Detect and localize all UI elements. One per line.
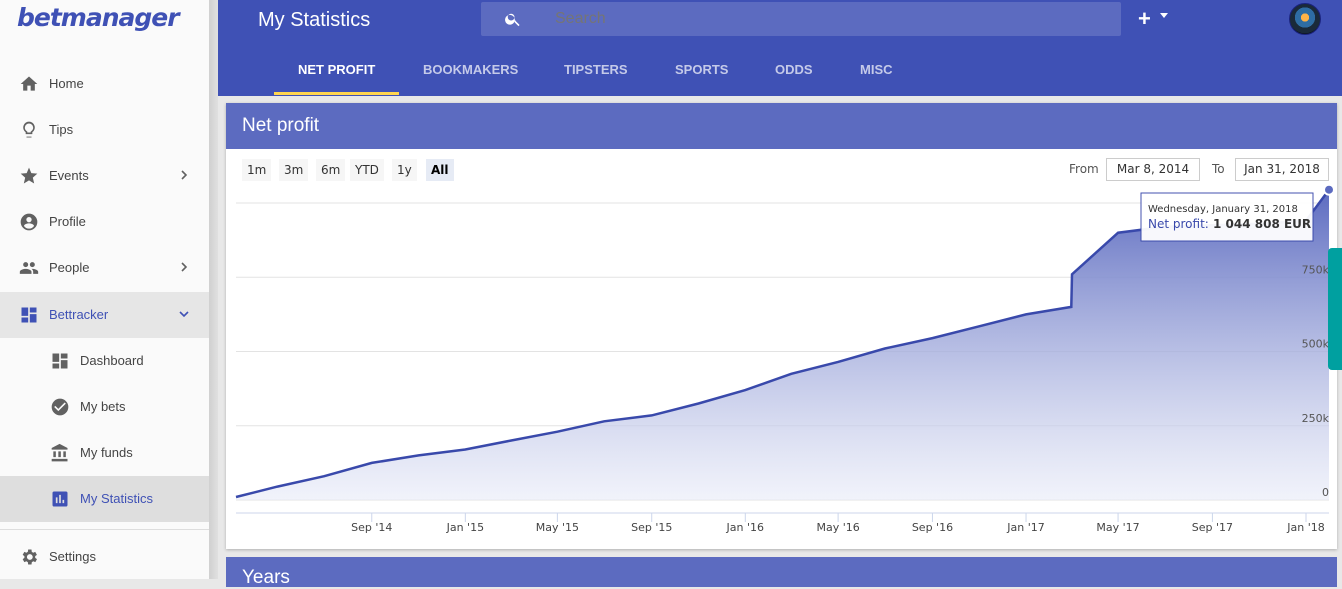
x-tick-label: May '16 [816, 521, 859, 534]
people-icon [19, 262, 39, 274]
sidebar-item-label: My Statistics [80, 491, 153, 506]
chevron-right-icon [181, 262, 188, 272]
search-icon [505, 13, 520, 27]
sidebar-item-tips[interactable]: Tips [0, 107, 209, 153]
sidebar-item-people[interactable]: People [0, 245, 209, 291]
sidebar: betmanager Home Tips Events Profile Peop… [0, 0, 209, 579]
sidebar-item-label: My bets [80, 399, 126, 414]
gear-icon [22, 549, 37, 565]
account-circle-icon [20, 213, 38, 231]
hover-point [1323, 183, 1335, 196]
bank-icon [51, 443, 68, 462]
page-title: My Statistics [258, 9, 371, 31]
dashboard-icon [52, 353, 68, 369]
active-tab-indicator [274, 92, 399, 95]
years-card: Years [226, 557, 1337, 588]
sidebar-item-label: Settings [49, 549, 96, 564]
card-title: Net profit [242, 115, 320, 136]
range-button-1y[interactable]: 1y [392, 159, 417, 181]
x-tick-label: Jan '18 [1286, 521, 1324, 534]
tab-net-profit[interactable]: NET PROFIT [298, 62, 375, 77]
net-profit-card: Net profit 1m 3m 6m YTD 1y All From Mar … [226, 103, 1337, 549]
sidebar-item-bettracker[interactable]: Bettracker [0, 292, 209, 338]
x-axis: Sep '14 Jan '15 May '15 Sep '15 Jan '16 May '… [236, 512, 1329, 534]
bar-chart-icon [52, 491, 68, 507]
divider [0, 529, 209, 530]
search-bar[interactable] [481, 2, 1121, 36]
sidebar-item-home[interactable]: Home [0, 61, 209, 107]
sidebar-item-my-bets[interactable]: My bets [0, 384, 209, 430]
range-button-ytd[interactable]: YTD [350, 159, 384, 181]
x-tick-label: May '17 [1096, 521, 1139, 534]
top-app-bar: My Statistics + NET PROFIT BOOKMAKERS TI… [218, 0, 1342, 96]
dashboard-icon [21, 307, 37, 323]
sidebar-item-label: Tips [49, 122, 74, 137]
check-circle-icon [51, 398, 69, 416]
range-button-6m[interactable]: 6m [316, 159, 346, 181]
x-tick-label: Sep '17 [1192, 521, 1233, 534]
sidebar-item-label: Home [49, 76, 84, 91]
range-button-all[interactable]: All [426, 159, 454, 181]
x-tick-label: Sep '16 [912, 521, 953, 534]
sidebar-item-events[interactable]: Events [0, 153, 209, 199]
chevron-down-icon [179, 311, 189, 318]
tooltip-value: 1 044 808 EUR [1213, 217, 1311, 231]
y-tick-label: 500k [1302, 338, 1330, 351]
y-tick-label: 0 [1322, 486, 1329, 499]
sidebar-item-my-funds[interactable]: My funds [0, 430, 209, 476]
tooltip-series-label: Net profit: [1148, 217, 1209, 231]
tab-bookmakers[interactable]: BOOKMAKERS [423, 62, 518, 77]
sidebar-item-dashboard[interactable]: Dashboard [0, 338, 209, 384]
avatar[interactable] [1289, 3, 1321, 35]
years-card-title: Years [242, 567, 290, 588]
x-tick-label: Sep '14 [351, 521, 392, 534]
sidebar-item-label: Profile [49, 214, 86, 229]
star-icon [20, 167, 38, 184]
tab-sports[interactable]: SPORTS [675, 62, 728, 77]
caret-down-icon[interactable] [1160, 13, 1168, 18]
sidebar-item-label: Bettracker [49, 307, 109, 322]
range-button-1m[interactable]: 1m [242, 159, 272, 181]
sidebar-edge [209, 0, 218, 579]
to-label: To [1212, 162, 1225, 176]
x-tick-label: Jan '15 [446, 521, 484, 534]
y-tick-label: 750k [1302, 263, 1330, 276]
sidebar-item-my-statistics[interactable]: My Statistics [0, 476, 209, 522]
sidebar-item-label: Events [49, 168, 89, 183]
tooltip-date: Wednesday, January 31, 2018 [1148, 204, 1298, 215]
card-header: Net profit [226, 103, 1337, 149]
x-tick-label: May '15 [536, 521, 579, 534]
add-button[interactable]: + [1138, 6, 1151, 32]
tab-tipsters[interactable]: TIPSTERS [564, 62, 628, 77]
home-icon [20, 76, 38, 91]
sidebar-item-label: My funds [80, 445, 133, 460]
feedback-tab[interactable] [1328, 248, 1342, 370]
x-tick-label: Jan '16 [726, 521, 764, 534]
from-label: From [1069, 162, 1099, 176]
sidebar-item-label: Dashboard [80, 353, 144, 368]
sidebar-item-label: People [49, 260, 90, 275]
sidebar-item-settings[interactable]: Settings [0, 534, 209, 580]
y-tick-label: 250k [1302, 412, 1330, 425]
chevron-right-icon [181, 170, 188, 180]
net-profit-chart[interactable]: 0250k500k750k Sep '14 Jan '15 May '15 Sep '… [226, 183, 1337, 549]
logo[interactable]: betmanager [17, 3, 180, 32]
range-button-3m[interactable]: 3m [279, 159, 309, 181]
tab-odds[interactable]: ODDS [775, 62, 813, 77]
search-input[interactable] [555, 10, 1055, 28]
x-tick-label: Jan '17 [1006, 521, 1044, 534]
lightbulb-icon [23, 121, 35, 138]
sidebar-item-profile[interactable]: Profile [0, 199, 209, 245]
x-tick-label: Sep '15 [631, 521, 672, 534]
from-date-input[interactable]: Mar 8, 2014 [1106, 158, 1200, 181]
tab-misc[interactable]: MISC [860, 62, 893, 77]
tooltip: Wednesday, January 31, 2018 Net profit: … [1140, 192, 1314, 242]
to-date-input[interactable]: Jan 31, 2018 [1235, 158, 1329, 181]
